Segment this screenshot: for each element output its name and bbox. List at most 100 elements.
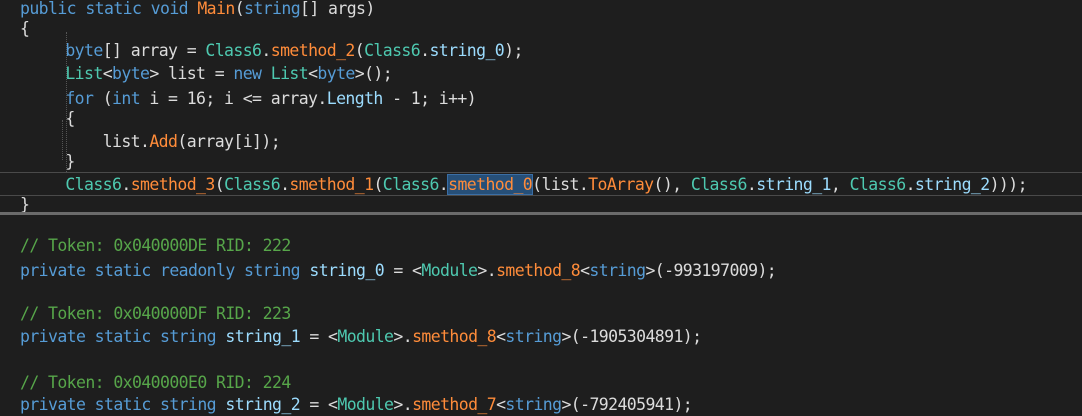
code-token: . bbox=[261, 41, 271, 60]
code-line[interactable]: } bbox=[28, 151, 75, 173]
code-token: string bbox=[244, 0, 301, 18]
code-token: >. bbox=[477, 261, 497, 280]
code-token: smethod_1 bbox=[289, 175, 374, 194]
code-token: Class6 bbox=[849, 175, 907, 194]
code-token: ); bbox=[504, 41, 523, 60]
code-token: string_1 bbox=[756, 175, 831, 194]
code-token: smethod_3 bbox=[130, 175, 216, 194]
selected-token: smethod_0 bbox=[447, 174, 534, 195]
code-token: >(-792405941); bbox=[561, 395, 693, 414]
code-token: { bbox=[28, 109, 75, 128]
code-token: byte bbox=[65, 41, 103, 60]
code-token: smethod_7 bbox=[412, 395, 497, 414]
code-token: Class6 bbox=[205, 41, 262, 60]
code-token: Class6 bbox=[364, 41, 421, 60]
code-token: >(-1905304891); bbox=[561, 327, 702, 346]
code-token: Module bbox=[337, 395, 394, 414]
code-token: = < bbox=[300, 327, 338, 346]
code-line[interactable]: public static void Main(string[] args) bbox=[20, 0, 375, 20]
code-token: string bbox=[589, 261, 646, 280]
code-line[interactable]: private static readonly string string_0 … bbox=[20, 260, 777, 282]
code-token: public static void bbox=[20, 0, 198, 18]
code-line[interactable]: List<byte> list = new List<byte>(); bbox=[28, 63, 392, 85]
code-token: Class6 bbox=[382, 175, 440, 194]
code-token: private static string bbox=[20, 327, 226, 346]
code-token: > list = bbox=[149, 64, 234, 83]
code-line[interactable]: // Token: 0x040000DF RID: 223 bbox=[20, 303, 291, 325]
code-token: Class6 bbox=[224, 175, 281, 194]
code-token: = < bbox=[300, 395, 338, 414]
code-token: [] args) bbox=[300, 0, 375, 18]
code-token: string_1 bbox=[225, 327, 301, 346]
code-token: // Token: 0x040000DE RID: 222 bbox=[20, 236, 291, 255]
code-token: (), bbox=[653, 175, 691, 194]
code-token: string_2 bbox=[225, 395, 301, 414]
code-token: ))); bbox=[989, 175, 1028, 194]
code-line[interactable]: for (int i = 16; i <= array.Length - 1; … bbox=[28, 88, 476, 110]
code-token: list. bbox=[28, 132, 150, 151]
method-separator bbox=[0, 212, 1082, 215]
code-token: ( bbox=[234, 0, 245, 18]
code-token: Main bbox=[197, 0, 235, 18]
code-line[interactable]: byte[] array = Class6.smethod_2(Class6.s… bbox=[28, 40, 523, 62]
code-line[interactable]: { bbox=[20, 18, 30, 40]
code-token: // Token: 0x040000DF RID: 223 bbox=[20, 304, 291, 323]
code-line[interactable]: private static string string_1 = <Module… bbox=[20, 326, 702, 348]
code-token: List bbox=[270, 64, 309, 83]
code-token: } bbox=[28, 152, 75, 171]
code-token: // Token: 0x040000E0 RID: 224 bbox=[20, 373, 291, 392]
code-line[interactable]: // Token: 0x040000DE RID: 222 bbox=[20, 235, 291, 257]
code-token: string_0 bbox=[309, 261, 385, 280]
code-token: . bbox=[121, 175, 131, 194]
code-token: . bbox=[438, 175, 449, 194]
code-token: ( bbox=[354, 41, 365, 60]
code-token: >(); bbox=[354, 64, 393, 83]
code-token: Class6 bbox=[65, 175, 122, 194]
code-token: ( bbox=[93, 89, 113, 108]
code-token: string_0 bbox=[429, 41, 505, 60]
code-token: i = 16; i <= array. bbox=[140, 89, 327, 108]
code-token: Module bbox=[337, 327, 394, 346]
code-token: for bbox=[65, 89, 94, 108]
code-token: [] array = bbox=[102, 41, 206, 60]
code-token: Class6 bbox=[690, 175, 748, 194]
code-token: (list. bbox=[532, 175, 589, 194]
code-token: { bbox=[20, 19, 30, 38]
code-token: private static readonly string bbox=[20, 261, 310, 280]
code-token: >. bbox=[393, 327, 413, 346]
code-token: - 1; i++) bbox=[382, 89, 477, 108]
code-token: private static string bbox=[20, 395, 226, 414]
code-token: smethod_8 bbox=[412, 327, 497, 346]
code-token: smethod_2 bbox=[270, 41, 356, 60]
code-token: string bbox=[505, 327, 562, 346]
code-line[interactable]: list.Add(array[i]); bbox=[28, 131, 281, 153]
code-token: smethod_8 bbox=[496, 261, 581, 280]
code-line[interactable]: { bbox=[28, 108, 75, 130]
code-token: = < bbox=[384, 261, 422, 280]
code-token: (array[i]); bbox=[177, 132, 281, 151]
code-token: int bbox=[112, 89, 141, 108]
code-token: Add bbox=[149, 132, 178, 151]
code-token: >. bbox=[393, 395, 413, 414]
code-token: new bbox=[233, 64, 271, 83]
code-token: string_2 bbox=[914, 175, 990, 194]
code-line[interactable]: // Token: 0x040000E0 RID: 224 bbox=[20, 372, 291, 394]
code-token: List bbox=[65, 64, 103, 83]
code-token: . bbox=[905, 175, 916, 194]
code-token: ( bbox=[373, 175, 383, 194]
code-token: byte bbox=[112, 64, 150, 83]
code-token: byte bbox=[317, 64, 355, 83]
code-line[interactable]: Class6.smethod_3(Class6.smethod_1(Class6… bbox=[28, 174, 1028, 196]
code-token: , bbox=[830, 175, 850, 194]
code-token: ( bbox=[214, 175, 225, 194]
code-token: >(-993197009); bbox=[645, 261, 777, 280]
code-token: Length bbox=[326, 89, 384, 108]
code-token: ToArray bbox=[588, 175, 654, 194]
code-editor[interactable]: public static void Main(string[] args) {… bbox=[0, 0, 1082, 414]
code-token: < bbox=[102, 64, 113, 83]
code-token: Module bbox=[421, 261, 478, 280]
